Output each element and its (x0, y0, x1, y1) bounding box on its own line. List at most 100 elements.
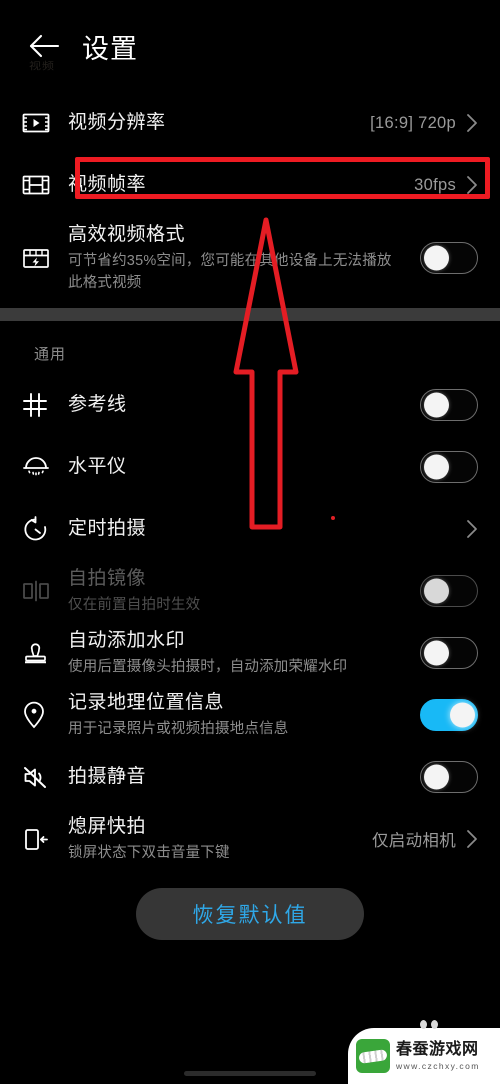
toggle-level-meter[interactable] (420, 451, 478, 483)
toggle-auto-watermark[interactable] (420, 637, 478, 669)
row-texts: 视频帧率 (68, 172, 408, 198)
row-screen-off-quickshot[interactable]: 熄屏快拍 锁屏状态下双击音量下键 仅启动相机 (0, 808, 500, 870)
row-video-framerate[interactable]: 视频帧率 30fps (0, 154, 500, 216)
row-texts: 自拍镜像 仅在前置自拍时生效 (68, 566, 408, 616)
ghost-section-label: 视频 (29, 59, 56, 72)
row-title: 熄屏快拍 (68, 816, 147, 837)
stamp-icon (22, 640, 68, 667)
row-title: 定时拍摄 (68, 518, 147, 539)
film-bolt-icon (22, 246, 68, 271)
toggle-knob (423, 454, 449, 480)
general-section-label: 通用 (34, 346, 67, 363)
general-section: 通用 参考线 水平仪 定时拍摄 自拍镜像 仅在前置自拍时生效 自动添加水印 使用… (0, 321, 500, 870)
toggle-knob (423, 245, 449, 271)
row-right: [16:9] 720p (370, 113, 478, 133)
row-title: 记录地理位置信息 (68, 692, 225, 713)
row-title: 水平仪 (68, 456, 127, 477)
toggle-knob (423, 392, 449, 418)
toggle-selfie-mirror[interactable] (420, 575, 478, 607)
chevron-right-icon (466, 175, 478, 195)
watermark-text: 春蚕游戏网 www.czchxy.com (396, 1040, 480, 1071)
row-right (408, 451, 478, 483)
row-auto-watermark[interactable]: 自动添加水印 使用后置摄像头拍摄时，自动添加荣耀水印 (0, 622, 500, 684)
red-stray-dot (331, 516, 335, 520)
row-texts: 记录地理位置信息 用于记录照片或视频拍摄地点信息 (68, 690, 408, 740)
toggle-knob (423, 764, 449, 790)
row-right: 30fps (408, 175, 478, 195)
mute-speaker-icon (22, 765, 68, 790)
toggle-silent-shooting[interactable] (420, 761, 478, 793)
watermark-title: 春蚕游戏网 (396, 1040, 479, 1058)
row-title: 高效视频格式 (68, 224, 186, 245)
row-selfie-mirror[interactable]: 自拍镜像 仅在前置自拍时生效 (0, 560, 500, 622)
row-texts: 自动添加水印 使用后置摄像头拍摄时，自动添加荣耀水印 (68, 628, 408, 678)
row-texts: 定时拍摄 (68, 516, 408, 542)
chevron-right-icon (466, 113, 478, 133)
row-level-meter[interactable]: 水平仪 (0, 436, 500, 498)
row-right: 仅启动相机 (372, 827, 478, 851)
location-pin-icon (22, 701, 68, 729)
row-title: 自动添加水印 (68, 630, 186, 651)
row-right (408, 699, 478, 731)
row-texts: 高效视频格式 可节省约35%空间，您可能在其他设备上无法播放此格式视频 (68, 222, 408, 294)
level-meter-icon (22, 456, 68, 478)
section-divider (0, 308, 500, 321)
row-texts: 水平仪 (68, 454, 408, 480)
toggle-grid-lines[interactable] (420, 389, 478, 421)
app-header: 设置 视频 (0, 0, 500, 92)
row-right (408, 637, 478, 669)
row-efficient-video-format[interactable]: 高效视频格式 可节省约35%空间，您可能在其他设备上无法播放此格式视频 (0, 216, 500, 300)
row-video-resolution[interactable]: 视频分辨率 [16:9] 720p (0, 92, 500, 154)
row-title: 视频帧率 (68, 174, 147, 195)
row-value: [16:9] 720p (370, 113, 456, 132)
site-watermark: 春蚕游戏网 www.czchxy.com (348, 1020, 500, 1084)
home-indicator (184, 1071, 316, 1076)
row-title: 视频分辨率 (68, 112, 166, 133)
row-title: 参考线 (68, 394, 127, 415)
row-texts: 视频分辨率 (68, 110, 370, 136)
row-value: 30fps (414, 175, 456, 194)
video-section: 视频分辨率 [16:9] 720p 视频帧率 30fps 高效视频格式 可节省约… (0, 92, 500, 300)
row-silent-shooting[interactable]: 拍摄静音 (0, 746, 500, 808)
phone-quickshot-icon (22, 826, 68, 853)
toggle-geo-location[interactable] (420, 699, 478, 731)
timer-icon (22, 515, 68, 543)
row-texts: 参考线 (68, 392, 408, 418)
row-right (408, 242, 478, 274)
film-play-icon (22, 111, 68, 135)
grid-lines-icon (22, 392, 68, 418)
row-value: 仅启动相机 (372, 832, 456, 850)
watermark-logo-icon (356, 1039, 390, 1073)
toggle-knob (423, 578, 449, 604)
restore-defaults-area: 恢复默认值 (0, 888, 500, 940)
row-subtitle: 锁屏状态下双击音量下键 (68, 845, 230, 861)
film-frames-icon (22, 173, 68, 197)
row-right (408, 519, 478, 539)
arrow-left-icon (28, 33, 60, 59)
toggle-efficient-video-format[interactable] (420, 242, 478, 274)
toggle-knob (449, 702, 475, 728)
page-title: 设置 (82, 33, 138, 64)
row-subtitle: 可节省约35%空间，您可能在其他设备上无法播放此格式视频 (68, 253, 392, 291)
watermark-url: www.czchxy.com (396, 1060, 480, 1071)
toggle-knob (423, 640, 449, 666)
row-right (408, 389, 478, 421)
row-subtitle: 使用后置摄像头拍摄时，自动添加荣耀水印 (68, 659, 348, 675)
row-subtitle: 仅在前置自拍时生效 (68, 597, 201, 613)
row-texts: 熄屏快拍 锁屏状态下双击音量下键 (68, 814, 372, 864)
chevron-right-icon (466, 519, 478, 539)
settings-screen: 设置 视频 视频分辨率 [16:9] 720p 视频帧率 30fps 高效视频格… (0, 0, 500, 1084)
watermark-antenna-icon (420, 1020, 442, 1030)
row-right (408, 575, 478, 607)
restore-defaults-button[interactable]: 恢复默认值 (136, 888, 364, 940)
row-texts: 拍摄静音 (68, 764, 408, 790)
row-geo-location[interactable]: 记录地理位置信息 用于记录照片或视频拍摄地点信息 (0, 684, 500, 746)
row-right (408, 761, 478, 793)
mirror-icon (22, 580, 68, 602)
chevron-right-icon (466, 829, 478, 849)
row-grid-lines[interactable]: 参考线 (0, 374, 500, 436)
row-title: 拍摄静音 (68, 766, 147, 787)
row-subtitle: 用于记录照片或视频拍摄地点信息 (68, 721, 289, 737)
row-timer-shot[interactable]: 定时拍摄 (0, 498, 500, 560)
row-title: 自拍镜像 (68, 568, 147, 589)
